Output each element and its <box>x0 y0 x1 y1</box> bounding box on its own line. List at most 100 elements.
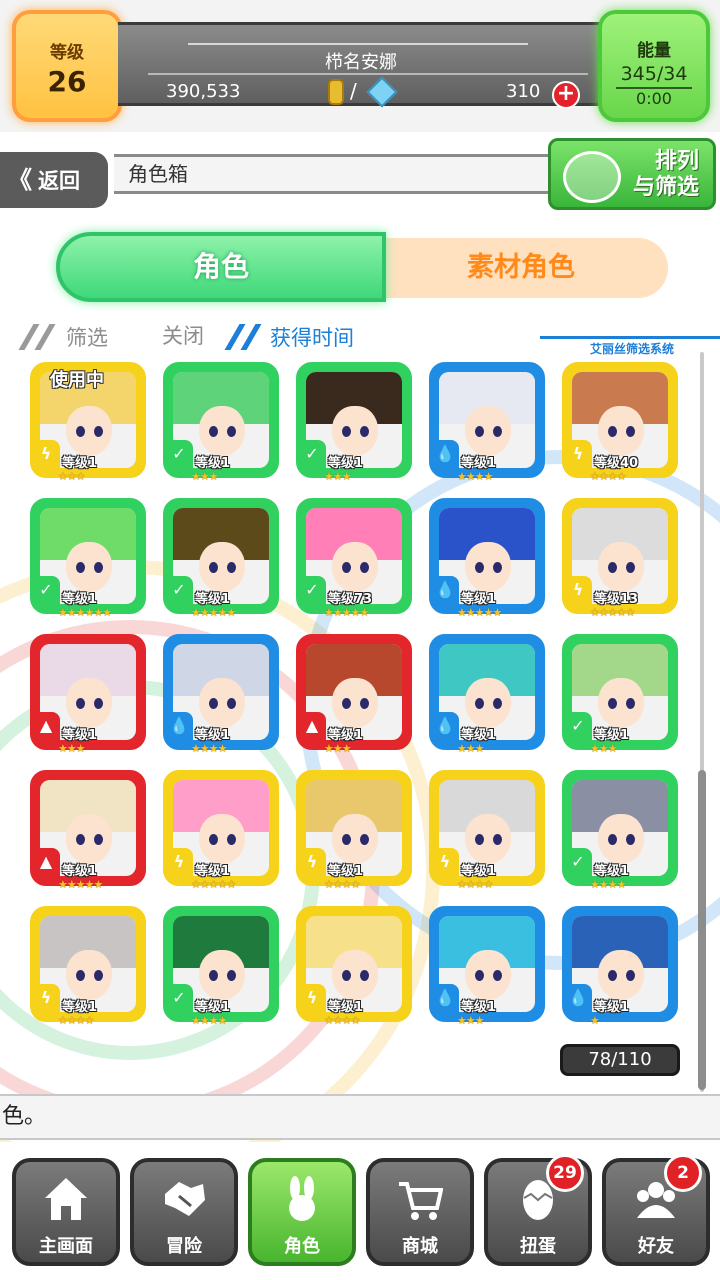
character-eye <box>608 698 617 709</box>
character-card[interactable]: ϟ 等级1 ★★★ 使用中 <box>30 362 146 483</box>
nav-friends-button[interactable]: 好友 2 <box>602 1154 710 1266</box>
character-face <box>199 678 245 728</box>
tab-characters[interactable]: 角色 <box>56 232 386 302</box>
character-eye <box>475 426 484 437</box>
filter-state[interactable]: 关闭 <box>162 320 204 350</box>
character-face <box>598 950 644 1000</box>
character-rarity-stars: ★★★★★ <box>191 606 236 619</box>
character-eye <box>94 698 103 709</box>
category-tabs: 素材角色 角色 <box>56 232 670 302</box>
character-level: 等级1 <box>195 592 231 607</box>
character-card[interactable]: 💧 等级1 ★ <box>562 906 678 1027</box>
character-card[interactable]: ✓ 等级1 ★★★★ <box>163 906 279 1027</box>
nav-characters-label: 角色 <box>284 1236 320 1257</box>
filter-label[interactable]: 筛选 <box>66 322 108 352</box>
character-card[interactable]: ✓ 等级1 ★★★★ <box>562 770 678 891</box>
character-card[interactable]: ϟ 等级13 ★★★★★ <box>562 498 678 619</box>
character-eye <box>626 562 635 573</box>
character-level: 等级40 <box>594 456 639 471</box>
character-eye <box>608 834 617 845</box>
nav-gacha-label: 扭蛋 <box>520 1236 556 1257</box>
character-card[interactable]: ▲ 等级1 ★★★ <box>30 634 146 755</box>
home-icon <box>45 1178 87 1220</box>
character-rarity-stars: ★★★★ <box>324 1014 360 1027</box>
back-button[interactable]: 《返回 <box>0 152 108 208</box>
character-rarity-stars: ★★★★ <box>58 1014 94 1027</box>
character-card[interactable]: 💧 等级1 ★★★★ <box>429 362 545 483</box>
character-card[interactable]: ϟ 等级40 ★★★★ <box>562 362 678 483</box>
status-bar: 等级 26 栉名安娜 390,533 / 310 + 能量 345/34 0:0… <box>0 0 720 132</box>
nav-home-button[interactable]: 主画面 <box>12 1158 120 1266</box>
character-card[interactable]: ▲ 等级1 ★★★★★ <box>30 770 146 891</box>
nav-adventure-button[interactable]: 冒险 <box>130 1158 238 1266</box>
nav-characters-button[interactable]: 角色 <box>248 1158 356 1266</box>
sort-filter-button[interactable]: 排列 与筛选 <box>548 138 716 210</box>
character-rarity-stars: ★ <box>590 1014 600 1027</box>
character-level: 等级1 <box>461 1000 497 1015</box>
gem-amount: 310 <box>506 81 541 102</box>
friends-notification-badge: 2 <box>664 1154 702 1192</box>
character-face <box>598 406 644 456</box>
character-card[interactable]: ✓ 等级73 ★★★★★ <box>296 498 412 619</box>
character-rarity-stars: ★★★★ <box>324 878 360 891</box>
character-card[interactable]: ✓ 等级1 ★★★ <box>296 362 412 483</box>
character-card[interactable]: 💧 等级1 ★★★ <box>429 634 545 755</box>
character-eye <box>227 426 236 437</box>
character-card[interactable]: ϟ 等级1 ★★★★★ <box>163 770 279 891</box>
currency-separator: / <box>350 79 357 103</box>
character-rarity-stars: ★★★ <box>324 742 352 755</box>
coin-icon <box>328 79 344 105</box>
thunder-element-icon: ϟ <box>32 440 60 470</box>
character-card[interactable]: ✓ 等级1 ★★★★★ <box>163 498 279 619</box>
character-face <box>66 406 112 456</box>
character-level: 等级1 <box>328 1000 364 1015</box>
wind-element-icon: ✓ <box>298 576 326 606</box>
nav-shop-button[interactable]: 商城 <box>366 1158 474 1266</box>
thunder-element-icon: ϟ <box>431 848 459 878</box>
character-face <box>598 678 644 728</box>
character-face <box>199 950 245 1000</box>
character-eye <box>493 562 502 573</box>
character-card[interactable]: 💧 等级1 ★★★ <box>429 906 545 1027</box>
character-level: 等级1 <box>461 864 497 879</box>
character-card[interactable]: ▲ 等级1 ★★★ <box>296 634 412 755</box>
character-rarity-stars: ★★★★ <box>590 470 626 483</box>
wind-element-icon: ✓ <box>165 576 193 606</box>
page-title: 角色箱 <box>114 154 564 194</box>
add-gems-button[interactable]: + <box>552 81 580 109</box>
character-rarity-stars: ★★★ <box>58 742 86 755</box>
character-level: 等级1 <box>62 592 98 607</box>
character-face <box>332 406 378 456</box>
character-card[interactable]: ϟ 等级1 ★★★★ <box>429 770 545 891</box>
character-card[interactable]: ϟ 等级1 ★★★★ <box>296 770 412 891</box>
character-card[interactable]: ϟ 等级1 ★★★★ <box>30 906 146 1027</box>
character-eye <box>209 426 218 437</box>
character-card[interactable]: ✓ 等级1 ★★★ <box>163 362 279 483</box>
character-eye <box>493 970 502 981</box>
water-element-icon: 💧 <box>431 440 459 470</box>
character-rarity-stars: ★★★★ <box>457 878 493 891</box>
nav-friends-label: 好友 <box>638 1236 674 1257</box>
character-card[interactable]: 💧 等级1 ★★★★ <box>163 634 279 755</box>
tab-material-characters[interactable]: 素材角色 <box>374 238 668 298</box>
sort-order[interactable]: 获得时间 <box>270 322 354 352</box>
player-name: 栉名安娜 <box>325 52 397 73</box>
character-face <box>66 814 112 864</box>
character-rarity-stars: ★★★ <box>457 1014 485 1027</box>
character-rarity-stars: ★★★ <box>58 470 86 483</box>
character-card[interactable]: ✓ 等级1 ★★★★★★ <box>30 498 146 619</box>
character-card[interactable]: ϟ 等级1 ★★★★ <box>296 906 412 1027</box>
gacha-notification-badge: 29 <box>546 1154 584 1192</box>
character-eye <box>360 970 369 981</box>
character-face <box>465 678 511 728</box>
character-card[interactable]: ✓ 等级1 ★★★ <box>562 634 678 755</box>
character-eye <box>94 426 103 437</box>
level-value: 26 <box>47 65 87 98</box>
character-card[interactable]: 💧 等级1 ★★★★★ <box>429 498 545 619</box>
nav-gacha-button[interactable]: 扭蛋 29 <box>484 1154 592 1266</box>
character-eye <box>76 562 85 573</box>
scrollbar-thumb[interactable] <box>698 770 706 1090</box>
character-level: 等级1 <box>328 456 364 471</box>
character-eye <box>608 562 617 573</box>
cart-icon <box>399 1182 443 1220</box>
